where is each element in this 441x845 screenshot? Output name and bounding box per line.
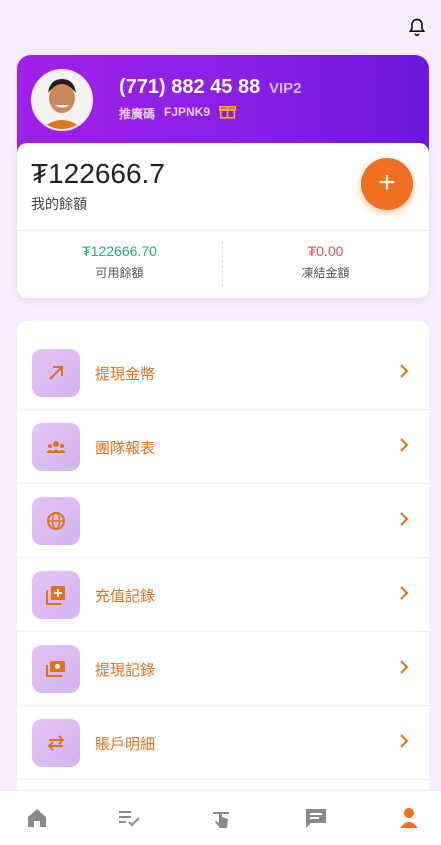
frozen-value: ₮0.00: [307, 243, 344, 259]
menu-item-language[interactable]: [17, 484, 429, 558]
available-label: 可用餘額: [95, 266, 144, 280]
menu-item-withdraw-records[interactable]: 提現記錄: [17, 632, 429, 706]
menu-label: 充值記錄: [95, 588, 156, 605]
menu-item-recharge-records[interactable]: 充值記錄: [17, 558, 429, 632]
available-value: ₮122666.70: [82, 243, 157, 259]
menu-item-withdraw[interactable]: 提現金幣: [17, 336, 429, 410]
menu-icon-box: [32, 349, 80, 397]
phone-number: (771) 882 45 88: [119, 76, 261, 98]
vip-level: VIP2: [269, 80, 302, 97]
menu-label: 提現金幣: [95, 366, 156, 383]
bottom-tab-bar: [0, 790, 441, 845]
menu-label: 賬戶明細: [95, 736, 156, 753]
bell-icon[interactable]: [407, 17, 427, 37]
gift-icon[interactable]: [219, 103, 236, 119]
frozen-label: 凍結金額: [301, 266, 350, 280]
chat-icon[interactable]: [304, 807, 328, 829]
balance-card: ₮122666.7 我的餘額 + ₮122666.70 可用餘額 ₮0.00 凍…: [17, 143, 429, 298]
globe-icon: [47, 512, 65, 530]
chevron-right-icon: [400, 586, 409, 600]
menu-list: 提現金幣 團隊報表 充值記錄 提現記錄 賬戶明細: [17, 321, 429, 791]
avatar-illustration: [33, 71, 91, 129]
person-icon[interactable]: [397, 807, 421, 829]
avatar[interactable]: [31, 69, 93, 131]
top-bar: [0, 0, 441, 55]
menu-icon-box: [32, 719, 80, 767]
menu-label: 提現記錄: [95, 662, 156, 679]
chevron-right-icon: [400, 512, 409, 526]
tap-icon[interactable]: [209, 807, 233, 829]
menu-item-account-details[interactable]: 賬戶明細: [17, 706, 429, 780]
checklist-icon[interactable]: [117, 807, 141, 829]
cash-icon: [46, 661, 65, 677]
menu-item-team-report[interactable]: 團隊報表: [17, 410, 429, 484]
chevron-right-icon: [400, 734, 409, 748]
referral-code[interactable]: FJPNK9: [164, 105, 210, 119]
home-icon[interactable]: [25, 807, 49, 829]
menu-label: 團隊報表: [95, 440, 156, 457]
add-funds-button[interactable]: +: [361, 158, 413, 210]
referral-label: 推廣碼: [119, 107, 156, 121]
available-balance: ₮122666.70 可用餘額: [17, 243, 222, 281]
menu-icon-box: [32, 645, 80, 693]
add-library-icon: [46, 586, 65, 605]
chevron-right-icon: [400, 364, 409, 378]
chevron-right-icon: [400, 438, 409, 452]
chevron-right-icon: [400, 660, 409, 674]
menu-icon-box: [32, 423, 80, 471]
swap-icon: [47, 735, 65, 751]
menu-icon-box: [32, 497, 80, 545]
balance-amount: ₮122666.7: [31, 158, 165, 189]
frozen-balance: ₮0.00 凍結金額: [223, 243, 428, 281]
balance-label: 我的餘額: [31, 196, 87, 212]
team-icon: [46, 441, 66, 453]
menu-icon-box: [32, 571, 80, 619]
arrow-up-right-icon: [49, 366, 63, 380]
divider: [17, 230, 429, 231]
